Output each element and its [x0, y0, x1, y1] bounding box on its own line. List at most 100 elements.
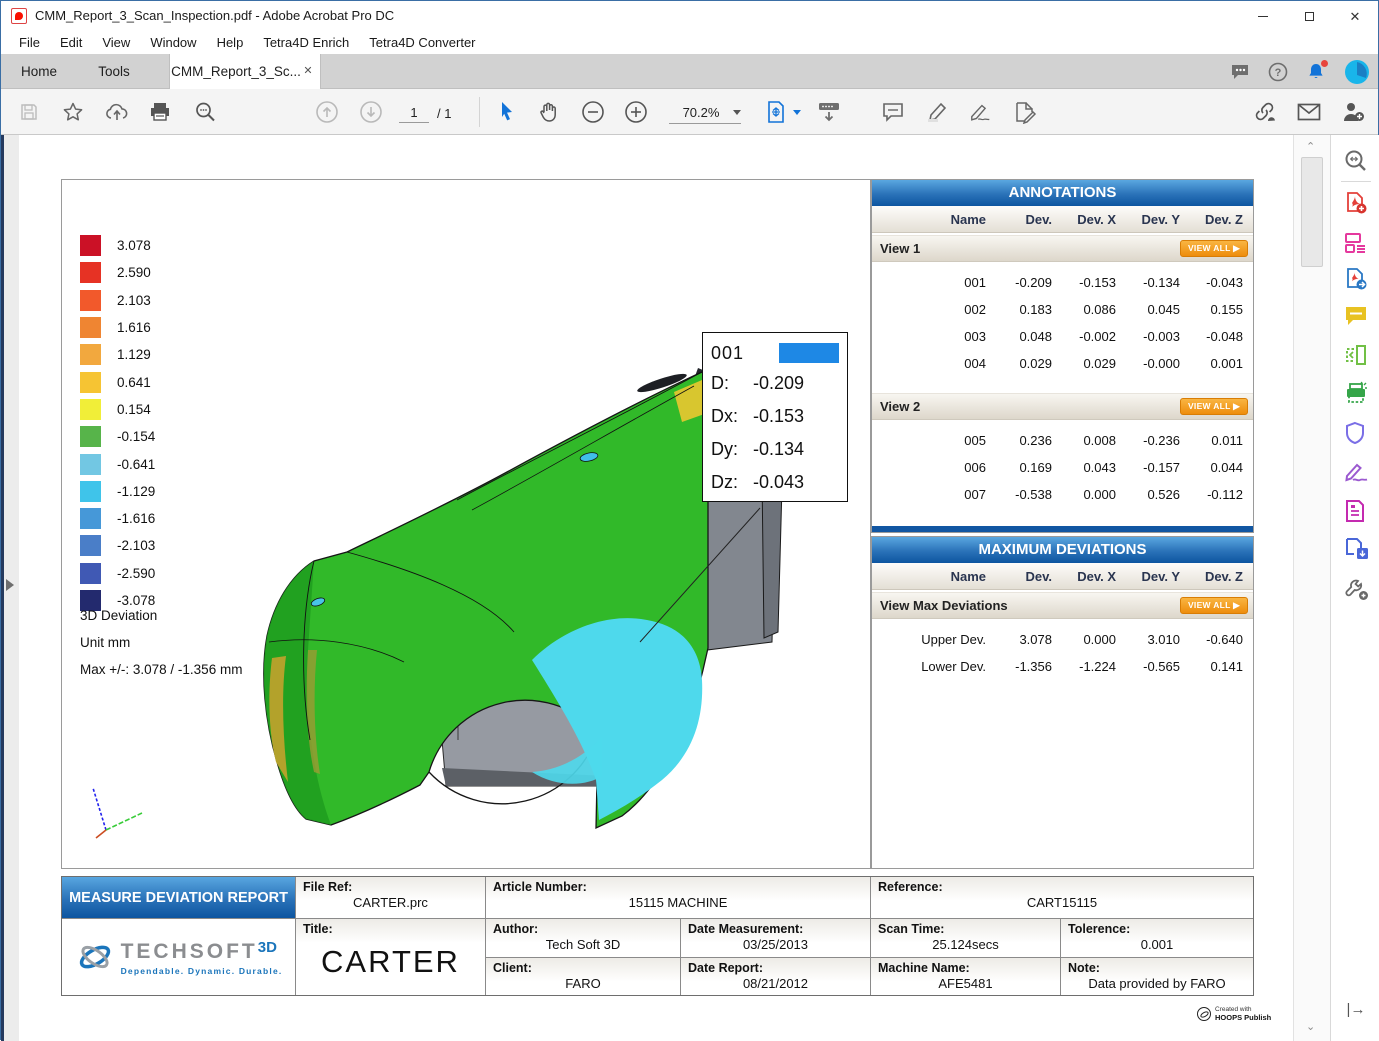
cell-value: -0.002 — [1064, 329, 1128, 344]
table-row[interactable]: 007-0.5380.0000.526-0.112 — [872, 481, 1253, 508]
sign-pen-icon[interactable] — [969, 100, 993, 124]
3d-model-carter-fender[interactable] — [62, 180, 870, 868]
table-row[interactable]: 0060.1690.043-0.1570.044 — [872, 454, 1253, 481]
table-row[interactable]: Lower Dev.-1.356-1.224-0.5650.141 — [872, 653, 1253, 680]
view-all-button[interactable]: VIEW ALL ▶ — [1180, 240, 1248, 257]
menu-view[interactable]: View — [92, 35, 140, 50]
menu-tetra4d-converter[interactable]: Tetra4D Converter — [359, 35, 485, 50]
close-button[interactable]: ✕ — [1332, 1, 1378, 31]
acrobat-window: CMM_Report_3_Scan_Inspection.pdf - Adobe… — [0, 0, 1379, 1040]
scan-time-cell: Scan Time: 25.124secs — [871, 919, 1061, 958]
pdf-file-icon — [11, 8, 27, 24]
hoops-publish-logo: Created with HOOPS Publish — [1197, 1006, 1271, 1022]
view-all-button[interactable]: VIEW ALL ▶ — [1180, 398, 1248, 415]
annotations-panel: ANNOTATIONS NameDev.Dev. XDev. YDev. Z V… — [871, 179, 1254, 533]
tab-home[interactable]: Home — [1, 54, 77, 89]
tab-close-icon[interactable]: ✕ — [302, 65, 314, 77]
column-header: Dev. Y — [1128, 569, 1192, 584]
hand-tool-icon[interactable] — [537, 100, 561, 124]
section-name: View Max Deviations — [880, 598, 1008, 613]
author-cell: Author: Tech Soft 3D — [486, 919, 681, 958]
date-measurement-cell: Date Measurement: 03/25/2013 — [681, 919, 871, 958]
notification-bell-icon[interactable] — [1306, 62, 1326, 82]
print-icon[interactable] — [148, 100, 172, 124]
zoom-level-select[interactable]: 70.2% — [669, 101, 741, 124]
combine-files-icon[interactable] — [1344, 231, 1368, 255]
collapse-panel-icon[interactable]: |→ — [1344, 997, 1368, 1021]
reference-cell: Reference: CART15115 — [871, 877, 1253, 919]
highlighter-icon[interactable] — [925, 100, 949, 124]
page-down-icon[interactable] — [359, 100, 383, 124]
scan-ocr-icon[interactable] — [1344, 381, 1368, 405]
comment-icon[interactable] — [881, 100, 905, 124]
cell-value: -0.003 — [1128, 329, 1192, 344]
view-all-button[interactable]: VIEW ALL ▶ — [1180, 597, 1248, 614]
legend-color-swatch — [80, 262, 101, 283]
scroll-down-icon[interactable]: ⌄ — [1306, 1023, 1318, 1031]
tab-document[interactable]: CMM_Report_3_Sc... ✕ — [169, 54, 321, 89]
client-cell: Client: FARO — [486, 958, 681, 995]
save-icon[interactable] — [17, 100, 41, 124]
create-pdf-icon[interactable] — [1344, 191, 1368, 215]
feedback-icon[interactable] — [1230, 63, 1250, 81]
legend-entry: 1.616 — [80, 314, 155, 341]
page-number-input[interactable] — [399, 103, 429, 123]
presentation-icon[interactable] — [817, 100, 841, 124]
tab-tools[interactable]: Tools — [77, 54, 151, 89]
section-row: View 1VIEW ALL ▶ — [872, 235, 1253, 262]
search-icon[interactable] — [193, 100, 217, 124]
cell-value: 3.010 — [1128, 632, 1192, 647]
share-link-icon[interactable] — [1253, 100, 1277, 124]
legend-entry: 3.078 — [80, 232, 155, 259]
table-row[interactable]: 001-0.209-0.153-0.134-0.043 — [872, 269, 1253, 296]
comment-tool-icon[interactable] — [1344, 305, 1368, 329]
cell-value: -0.134 — [1128, 275, 1192, 290]
protect-icon[interactable] — [1344, 421, 1368, 445]
help-icon[interactable]: ? — [1268, 62, 1288, 82]
legend-color-swatch — [80, 317, 101, 338]
fill-sign-icon[interactable] — [1013, 100, 1037, 124]
zoom-in-icon[interactable] — [624, 100, 648, 124]
model-viewport[interactable]: 3.0782.5902.1031.6161.1290.6410.154-0.15… — [61, 179, 871, 869]
page-up-icon[interactable] — [315, 100, 339, 124]
star-icon[interactable] — [61, 100, 85, 124]
legend-value: -3.078 — [117, 593, 155, 608]
email-icon[interactable] — [1297, 100, 1321, 124]
more-tools-icon[interactable] — [1344, 577, 1368, 601]
cell-value: 0.001 — [1192, 356, 1255, 371]
legend-entry: -0.641 — [80, 450, 155, 477]
fill-sign-tool-icon[interactable] — [1344, 461, 1368, 485]
prepare-form-icon[interactable] — [1344, 499, 1368, 523]
table-row[interactable]: 0030.048-0.002-0.003-0.048 — [872, 323, 1253, 350]
share-file-icon[interactable] — [1344, 537, 1368, 561]
maximize-button[interactable] — [1286, 1, 1332, 31]
cloud-upload-icon[interactable] — [105, 100, 129, 124]
fit-page-caret-icon[interactable] — [791, 100, 803, 124]
table-row[interactable]: 0040.0290.029-0.0000.001 — [872, 350, 1253, 377]
menu-file[interactable]: File — [9, 35, 50, 50]
table-row[interactable]: 0050.2360.008-0.2360.011 — [872, 427, 1253, 454]
scrollbar-thumb[interactable] — [1301, 157, 1323, 267]
menu-edit[interactable]: Edit — [50, 35, 92, 50]
menu-tetra4d-enrich[interactable]: Tetra4D Enrich — [253, 35, 359, 50]
export-pdf-icon[interactable] — [1344, 267, 1368, 291]
expand-left-panel-icon[interactable] — [6, 579, 14, 591]
measurement-callout[interactable]: 001 D:-0.209Dx:-0.153Dy:-0.134Dz:-0.043 — [702, 332, 848, 502]
minimize-button[interactable] — [1240, 1, 1286, 31]
legend-color-swatch — [80, 344, 101, 365]
add-person-icon[interactable] — [1341, 100, 1365, 124]
organize-pages-icon[interactable] — [1344, 343, 1368, 367]
scroll-up-icon[interactable]: ⌃ — [1306, 143, 1318, 151]
account-avatar[interactable] — [1344, 59, 1370, 85]
table-row[interactable]: Upper Dev.3.0780.0003.010-0.640 — [872, 626, 1253, 653]
fit-page-icon[interactable] — [764, 100, 788, 124]
max-deviations-columns: NameDev.Dev. XDev. YDev. Z — [872, 563, 1253, 590]
select-tool-icon[interactable] — [495, 100, 519, 124]
zoom-out-icon[interactable] — [581, 100, 605, 124]
menu-window[interactable]: Window — [140, 35, 206, 50]
table-row[interactable]: 0020.1830.0860.0450.155 — [872, 296, 1253, 323]
title-cell: Title: CARTER — [296, 919, 486, 995]
menu-help[interactable]: Help — [207, 35, 254, 50]
vertical-scrollbar[interactable]: ⌃ ⌄ — [1293, 135, 1330, 1041]
search-document-icon[interactable] — [1344, 149, 1368, 173]
